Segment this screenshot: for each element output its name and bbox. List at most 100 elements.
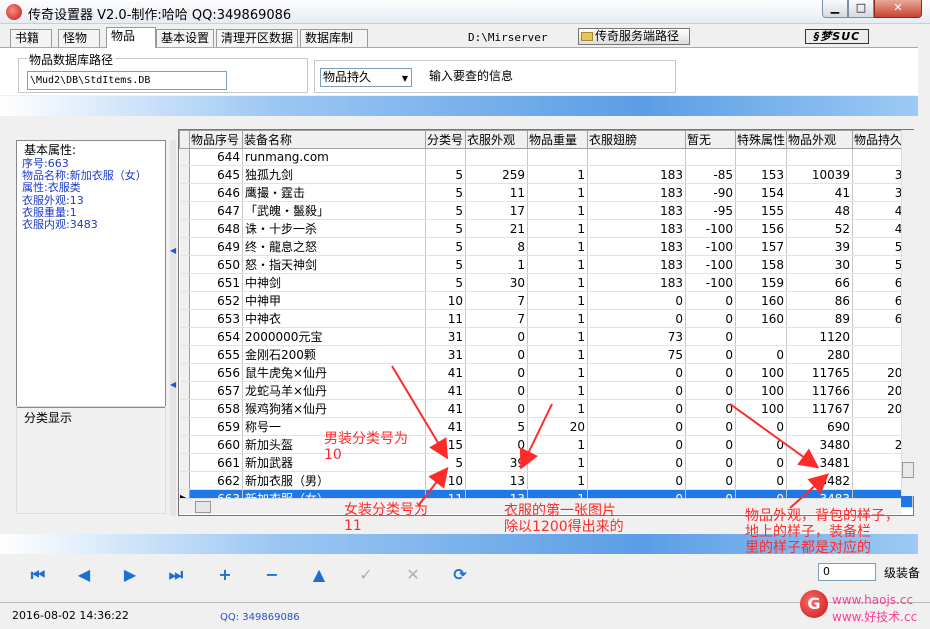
- server-path-button[interactable]: 传奇服务端路径: [578, 28, 690, 45]
- table-cell[interactable]: 658: [189, 399, 243, 418]
- table-cell[interactable]: [685, 148, 736, 166]
- delete-record-icon[interactable]: −: [262, 566, 282, 584]
- row-indicator[interactable]: [179, 435, 190, 454]
- table-cell[interactable]: 650: [189, 255, 243, 274]
- cancel-record-icon[interactable]: ✕: [403, 566, 423, 584]
- table-cell[interactable]: 诛・十步一杀: [242, 219, 426, 238]
- table-cell[interactable]: 5: [465, 417, 528, 436]
- table-cell[interactable]: 2000000元宝: [242, 327, 426, 346]
- table-cell[interactable]: 11: [465, 183, 528, 202]
- table-row[interactable]: 648诛・十步一杀5211183-1001565247: [179, 219, 913, 238]
- table-row[interactable]: 661 新加武器 5 39 1 0 0 0 3481: [179, 453, 913, 472]
- table-cell[interactable]: 0: [685, 435, 736, 454]
- table-cell[interactable]: 645: [189, 165, 243, 184]
- table-cell[interactable]: 17: [465, 201, 528, 220]
- table-cell[interactable]: 5: [425, 201, 466, 220]
- vertical-scrollbar[interactable]: [901, 130, 914, 496]
- table-cell[interactable]: 0: [587, 471, 686, 490]
- field-select[interactable]: 物品持久 ▼: [320, 68, 412, 87]
- table-cell[interactable]: 1: [527, 471, 588, 490]
- table-cell[interactable]: 11767: [786, 399, 853, 418]
- table-cell[interactable]: 280: [786, 345, 853, 364]
- column-header[interactable]: 特殊属性: [735, 130, 787, 149]
- table-cell[interactable]: 159: [735, 273, 787, 292]
- table-cell[interactable]: 153: [735, 165, 787, 184]
- close-button[interactable]: ✕: [874, 0, 922, 18]
- table-cell[interactable]: 39: [786, 237, 853, 256]
- table-cell[interactable]: 0: [685, 453, 736, 472]
- table-cell[interactable]: 652: [189, 291, 243, 310]
- row-indicator[interactable]: [179, 255, 190, 274]
- table-cell[interactable]: -90: [685, 183, 736, 202]
- table-cell[interactable]: 41: [425, 363, 466, 382]
- db-path-input[interactable]: \Mud2\DB\StdItems.DB: [27, 71, 227, 90]
- tab-basic-settings[interactable]: 基本设置: [156, 29, 214, 47]
- table-cell[interactable]: 89: [786, 309, 853, 328]
- row-indicator[interactable]: [179, 148, 190, 166]
- search-input[interactable]: 输入要查的信息: [427, 68, 531, 87]
- table-cell[interactable]: 0: [465, 435, 528, 454]
- table-cell[interactable]: 48: [786, 201, 853, 220]
- table-cell[interactable]: 13: [465, 471, 528, 490]
- table-cell[interactable]: 1: [527, 237, 588, 256]
- row-indicator[interactable]: [179, 183, 190, 202]
- quantity-input[interactable]: 0: [818, 563, 876, 581]
- table-cell[interactable]: 183: [587, 219, 686, 238]
- table-cell[interactable]: 0: [735, 435, 787, 454]
- table-cell[interactable]: 0: [685, 345, 736, 364]
- table-row[interactable]: 6542000000元宝310173011201: [179, 327, 913, 346]
- table-cell[interactable]: 183: [587, 273, 686, 292]
- table-cell[interactable]: [587, 148, 686, 166]
- table-cell[interactable]: 1: [527, 183, 588, 202]
- table-cell[interactable]: 11765: [786, 363, 853, 382]
- table-cell[interactable]: 3481: [786, 453, 853, 472]
- table-row[interactable]: 655 金刚石200颗 31 0 1 75 0 0 280: [179, 345, 913, 364]
- tab-books[interactable]: 书籍: [10, 29, 52, 47]
- table-cell[interactable]: 新加衣服（男）: [242, 471, 426, 490]
- column-header[interactable]: 分类号: [425, 130, 466, 149]
- table-cell[interactable]: 10039: [786, 165, 853, 184]
- table-cell[interactable]: 0: [587, 435, 686, 454]
- table-cell[interactable]: 0: [685, 309, 736, 328]
- next-record-icon[interactable]: ▶: [120, 566, 140, 584]
- table-cell[interactable]: 0: [685, 471, 736, 490]
- tab-database[interactable]: 数据库制作: [300, 29, 368, 61]
- table-cell[interactable]: 154: [735, 183, 787, 202]
- table-cell[interactable]: 金刚石200颗: [242, 345, 426, 364]
- horizontal-scroll-thumb[interactable]: [195, 501, 211, 513]
- table-cell[interactable]: 156: [735, 219, 787, 238]
- table-cell[interactable]: 66: [786, 273, 853, 292]
- column-header[interactable]: 暂无: [685, 130, 736, 149]
- table-cell[interactable]: 1: [527, 327, 588, 346]
- table-cell[interactable]: 1: [527, 363, 588, 382]
- table-cell[interactable]: 0: [685, 417, 736, 436]
- table-cell[interactable]: 1: [527, 291, 588, 310]
- table-cell[interactable]: 0: [685, 327, 736, 346]
- column-header[interactable]: 物品重量: [527, 130, 588, 149]
- table-cell[interactable]: 1: [527, 201, 588, 220]
- table-cell[interactable]: 86: [786, 291, 853, 310]
- table-cell[interactable]: 644: [189, 148, 243, 166]
- table-row[interactable]: 659 称号一 41 5 20 0 0 0 690: [179, 417, 913, 436]
- table-cell[interactable]: 龙蛇马羊×仙丹: [242, 381, 426, 400]
- table-cell[interactable]: 31: [425, 327, 466, 346]
- table-cell[interactable]: -100: [685, 219, 736, 238]
- table-cell[interactable]: 10: [425, 471, 466, 490]
- table-cell[interactable]: 653: [189, 309, 243, 328]
- insert-record-icon[interactable]: +: [215, 566, 235, 584]
- table-cell[interactable]: 1: [527, 381, 588, 400]
- table-cell[interactable]: 648: [189, 219, 243, 238]
- table-cell[interactable]: 21: [465, 219, 528, 238]
- panel-splitter[interactable]: [170, 140, 176, 516]
- table-cell[interactable]: 0: [465, 381, 528, 400]
- tab-clean-data[interactable]: 清理开区数据: [216, 29, 298, 47]
- table-cell[interactable]: 鼠牛虎兔×仙丹: [242, 363, 426, 382]
- table-cell[interactable]: 41: [425, 399, 466, 418]
- column-header[interactable]: 衣服翅膀: [587, 130, 686, 149]
- table-row[interactable]: 660新加头盔1501000348020: [179, 435, 913, 454]
- row-indicator[interactable]: [179, 399, 190, 418]
- table-cell[interactable]: 7: [465, 309, 528, 328]
- table-cell[interactable]: 654: [189, 327, 243, 346]
- table-cell[interactable]: 660: [189, 435, 243, 454]
- row-indicator[interactable]: [179, 273, 190, 292]
